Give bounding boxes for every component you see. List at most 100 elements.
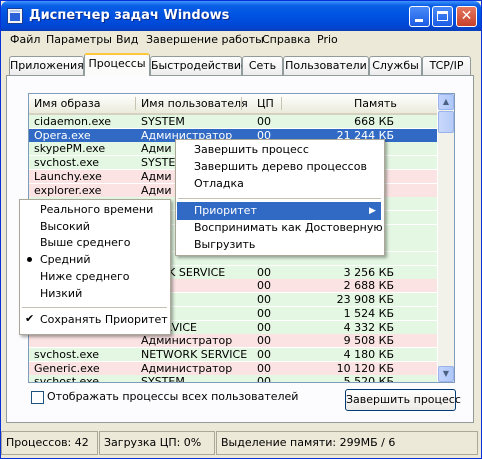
end-process-button[interactable]: Завершить процесс (345, 389, 461, 411)
scroll-up-button[interactable]: ▲ (438, 94, 454, 110)
tab-processes[interactable]: Процессы (84, 53, 150, 76)
cell-image-name: Generic.exe (34, 361, 100, 375)
tab-tcpip[interactable]: TCP/IP (422, 56, 471, 75)
column-divider[interactable] (135, 97, 136, 110)
cell-memory: 3 256 КБ (343, 265, 394, 279)
cell-cpu: 00 (257, 265, 271, 279)
scroll-down-button[interactable]: ▼ (438, 366, 454, 382)
table-row[interactable]: Администратор 00 9 508 КБ (29, 334, 437, 348)
cell-user-name: Администратор (141, 334, 233, 348)
cell-user-name: SYSTEM (141, 115, 185, 128)
cell-user-name: Адми (141, 183, 172, 197)
task-manager-icon (7, 8, 23, 24)
priority-realtime[interactable]: Реального времени (40, 202, 153, 218)
menu-shutdown[interactable]: Завершение работы (146, 33, 264, 46)
menu-priority[interactable]: Приоритет ▶ (177, 202, 381, 220)
cell-memory: 23 908 КБ (336, 293, 394, 307)
menu-view[interactable]: Вид (116, 33, 138, 46)
scroll-thumb[interactable] (438, 111, 454, 133)
cell-cpu: 00 (257, 361, 271, 375)
tab-network[interactable]: Сеть (242, 56, 283, 75)
maximize-icon (437, 11, 448, 21)
cell-user-name: Администратор (141, 361, 233, 375)
priority-low[interactable]: Низкий (40, 286, 82, 302)
arrow-down-icon: ▼ (442, 369, 450, 378)
window-title: Диспетчер задач Windows (29, 8, 230, 23)
submenu-arrow-icon: ▶ (369, 206, 376, 216)
list-header: Имя образа Имя пользователя ЦП Память (29, 94, 437, 115)
priority-above-normal[interactable]: Выше среднего (40, 235, 130, 251)
cell-user-name: Адми (141, 169, 172, 183)
cell-cpu: 00 (257, 115, 271, 128)
menu-separator (22, 307, 167, 308)
cell-cpu: 00 (257, 279, 271, 293)
cell-image-name: cidaemon.exe (34, 115, 112, 128)
menu-file[interactable]: Файл (10, 33, 40, 46)
table-row[interactable]: Generic.exe Администратор 00 10 120 КБ (29, 361, 437, 375)
cell-image-name: svchost.exe (34, 347, 100, 361)
column-user-name[interactable]: Имя пользователя (141, 97, 248, 110)
column-memory[interactable]: Память (354, 97, 397, 110)
arrow-up-icon: ▲ (442, 97, 450, 106)
cell-cpu: 00 (257, 347, 271, 361)
table-row[interactable]: cidaemon.exe SYSTEM 00 668 КБ (29, 115, 437, 128)
show-all-processes-label[interactable]: Отображать процессы всех пользователей (47, 390, 298, 403)
save-priority-option[interactable]: Сохранять Приоритет (40, 312, 168, 328)
title-bar[interactable]: Диспетчер задач Windows ✕ (1, 1, 481, 31)
process-context-menu: Завершить процесс Завершить дерево проце… (175, 139, 385, 256)
cell-memory: 4 180 КБ (343, 347, 394, 361)
cell-memory: 1 524 КБ (343, 306, 394, 320)
menu-prio[interactable]: Prio (317, 33, 338, 46)
show-all-processes-checkbox[interactable] (31, 391, 44, 404)
menu-help[interactable]: Справка (262, 33, 310, 46)
cell-memory: 9 508 КБ (343, 334, 394, 348)
menu-separator (178, 198, 381, 199)
maximize-button[interactable] (432, 6, 453, 27)
column-divider[interactable] (281, 97, 282, 110)
cell-cpu: 00 (257, 306, 271, 320)
minimize-icon (415, 19, 423, 22)
cell-user-name: SYSTEM (141, 375, 185, 383)
menu-end-process-tree[interactable]: Завершить дерево процессов (194, 159, 367, 175)
cell-image-name: svchost.exe (34, 375, 100, 383)
cell-memory: 10 120 КБ (336, 361, 394, 375)
minimize-button[interactable] (409, 6, 430, 27)
tab-users[interactable]: Пользователи (283, 56, 369, 75)
menu-debug[interactable]: Отладка (194, 176, 244, 192)
priority-normal[interactable]: Средний (40, 252, 91, 268)
priority-submenu: Реального времени Высокий Выше среднего … (19, 199, 171, 335)
priority-high[interactable]: Высокий (40, 219, 90, 235)
checkmark-icon: ✔ (25, 312, 35, 325)
menu-options[interactable]: Параметры (46, 33, 112, 46)
cell-cpu: 00 (257, 375, 271, 383)
tab-services[interactable]: Службы (369, 56, 422, 75)
cell-image-name: Launchy.exe (34, 169, 102, 183)
cell-memory: 5 520 КБ (343, 375, 394, 383)
cell-memory: 4 332 КБ (343, 320, 394, 334)
menu-priority-label: Приоритет (194, 204, 257, 217)
menu-end-process[interactable]: Завершить процесс (194, 142, 309, 158)
tab-applications[interactable]: Приложения (9, 56, 84, 75)
cell-image-name: explorer.exe (34, 183, 102, 197)
table-row[interactable]: svchost.exe NETWORK SERVICE 00 4 180 КБ (29, 347, 437, 361)
close-icon: ✕ (460, 8, 473, 24)
cell-memory: 2 688 КБ (343, 279, 394, 293)
tab-performance[interactable]: Быстродействие (150, 56, 248, 75)
column-divider[interactable] (241, 97, 242, 110)
cell-user-name: NETWORK SERVICE (141, 347, 248, 361)
table-row[interactable]: svchost.exe SYSTEM 00 5 520 КБ (29, 375, 437, 383)
priority-below-normal[interactable]: Ниже среднего (40, 269, 129, 285)
close-button[interactable]: ✕ (456, 6, 477, 27)
cell-cpu: 00 (257, 334, 271, 348)
cell-cpu: 00 (257, 320, 271, 334)
cell-image-name: skypePM.exe (34, 142, 106, 156)
cell-user-name: Адми (141, 142, 172, 156)
vertical-scrollbar[interactable]: ▲ ▼ (438, 94, 454, 382)
column-image-name[interactable]: Имя образа (34, 97, 100, 110)
column-cpu[interactable]: ЦП (257, 97, 274, 110)
cell-memory: 668 КБ (354, 115, 394, 128)
menu-unload[interactable]: Выгрузить (194, 237, 255, 253)
status-process-count: Процессов: 42 (1, 431, 98, 455)
cell-image-name: svchost.exe (34, 156, 100, 170)
menu-treat-as-trusted[interactable]: Воспринимать как Достоверную (194, 220, 383, 236)
